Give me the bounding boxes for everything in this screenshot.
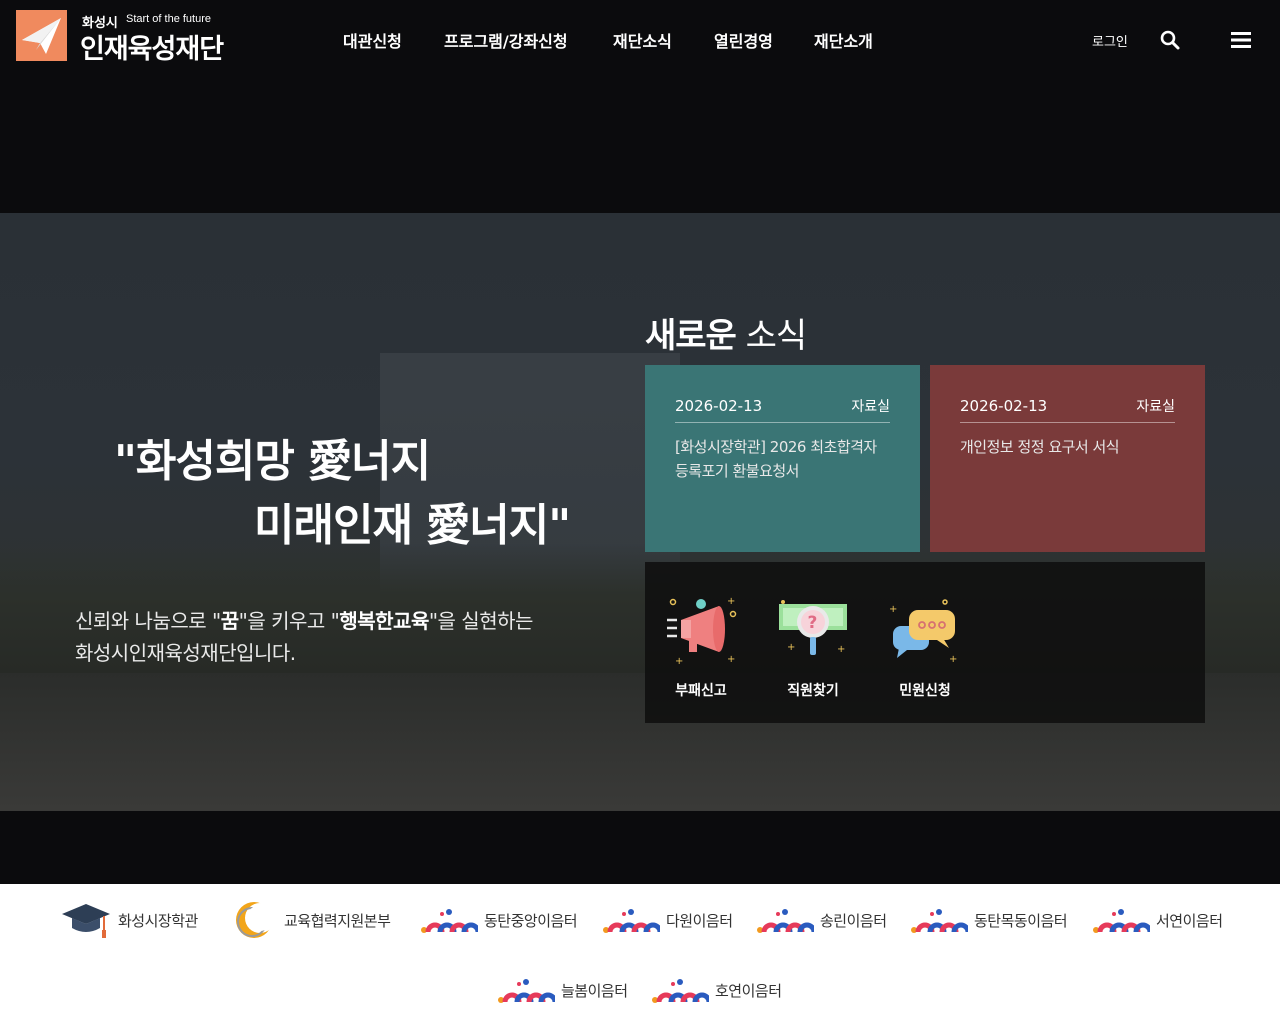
news-date: 2026-02-13 — [675, 396, 763, 415]
svg-text:+: + — [727, 654, 735, 665]
news-title: [화성시장학관] 2026 최초합격자 등록포기 환불요청서 — [675, 438, 877, 480]
family-site-education-support[interactable]: 교육협력지원본부 — [232, 900, 391, 940]
quick-link-corruption-report[interactable]: + + + 부패신고 — [661, 592, 741, 700]
search-icon[interactable] — [1158, 28, 1182, 52]
family-site-label: 교육협력지원본부 — [284, 911, 391, 930]
quick-link-label: 민원신청 — [899, 683, 951, 699]
logo-tagline: Start of the future — [126, 13, 211, 25]
news-section-title: 새로운 소식 — [645, 316, 807, 356]
family-site-seoyeon-eumteo[interactable]: 서연이음터 — [1092, 900, 1223, 940]
quick-links-panel: + + + 부패신고 ? + + 직원찾기 + + 민원신청 — [645, 562, 1205, 723]
eumteo-logo-icon — [421, 909, 478, 933]
eumteo-logo-icon — [1093, 909, 1150, 933]
hero-section: "화성희망 愛너지 미래인재 愛너지" 신뢰와 나눔으로 "꿈"을 키우고 "행… — [0, 213, 1280, 811]
family-site-label: 다원이음터 — [666, 911, 733, 930]
svg-text:+: + — [889, 604, 897, 615]
nav-item-about[interactable]: 재단소개 — [814, 28, 873, 52]
news-date: 2026-02-13 — [960, 396, 1048, 415]
quick-link-label: 부패신고 — [675, 683, 727, 699]
family-sites: 화성시장학관 교육협력지원본부 동탄중앙이음터 다원이음터 송린이음터 동탄목동… — [0, 884, 1280, 1024]
family-site-scholarship-hall[interactable]: 화성시장학관 — [60, 900, 198, 940]
family-site-songrin-eumteo[interactable]: 송린이음터 — [756, 900, 887, 940]
graduation-cap-icon — [62, 904, 110, 938]
svg-text:+: + — [837, 644, 845, 655]
login-link[interactable]: 로그인 — [1092, 31, 1128, 50]
eumteo-logo-icon — [498, 979, 555, 1003]
eumteo-logo-icon — [652, 979, 709, 1003]
svg-text:+: + — [675, 656, 683, 667]
family-site-label: 늘봄이음터 — [561, 981, 628, 1000]
quick-link-label: 직원찾기 — [787, 683, 839, 699]
svg-text:+: + — [727, 596, 735, 607]
crescent-logo-icon — [236, 902, 275, 938]
eumteo-logo-icon — [757, 909, 814, 933]
eumteo-logo-icon — [911, 909, 968, 933]
family-site-label: 화성시장학관 — [118, 911, 198, 930]
hero-slogan-line-2: 미래인재 愛너지" — [254, 500, 571, 551]
news-card[interactable]: 2026-02-13 자료실 개인정보 정정 요구서 서식 — [930, 365, 1205, 552]
news-card[interactable]: 2026-02-13 자료실 [화성시장학관] 2026 최초합격자 등록포기 … — [645, 365, 920, 552]
family-site-label: 동탄중앙이음터 — [484, 911, 578, 930]
site-header: 화성시 Start of the future 인재육성재단 대관신청 프로그램… — [0, 0, 1280, 80]
paper-plane-logo-icon — [16, 10, 67, 61]
site-logo[interactable]: 화성시 Start of the future 인재육성재단 — [16, 10, 226, 65]
nav-item-news[interactable]: 재단소식 — [613, 28, 672, 52]
family-site-hoyeon-eumteo[interactable]: 호연이음터 — [651, 970, 782, 1010]
family-site-label: 동탄목동이음터 — [974, 911, 1068, 930]
nav-item-open-management[interactable]: 열린경영 — [714, 28, 773, 52]
quick-link-civil-petition[interactable]: + + 민원신청 — [885, 592, 965, 700]
hero-bottom-band — [0, 811, 1280, 884]
svg-text:+: + — [949, 654, 957, 665]
question-search-icon: ? + + — [779, 600, 847, 655]
news-title: 개인정보 정정 요구서 서식 — [960, 438, 1120, 456]
news-category: 자료실 — [1136, 398, 1175, 415]
family-site-label: 호연이음터 — [715, 981, 782, 1000]
quick-link-staff-search[interactable]: ? + + 직원찾기 — [773, 592, 853, 700]
nav-item-venue-rental[interactable]: 대관신청 — [343, 28, 402, 52]
family-site-label: 송린이음터 — [820, 911, 887, 930]
logo-name: 인재육성재단 — [80, 34, 224, 65]
chat-bubbles-icon: + + — [889, 599, 957, 665]
hamburger-menu-icon[interactable] — [1229, 28, 1253, 52]
svg-text:?: ? — [808, 613, 818, 633]
family-site-dongtan-mokdong-eumteo[interactable]: 동탄목동이음터 — [910, 900, 1068, 940]
hero-slogan-line-1: "화성희망 愛너지 — [114, 436, 431, 487]
svg-text:+: + — [787, 642, 795, 653]
family-site-neulbom-eumteo[interactable]: 늘봄이음터 — [497, 970, 628, 1010]
family-site-dongtan-jungang-eumteo[interactable]: 동탄중앙이음터 — [420, 900, 578, 940]
megaphone-icon: + + + — [667, 596, 737, 667]
news-category: 자료실 — [851, 398, 890, 415]
hero-description: 신뢰와 나눔으로 "꿈"을 키우고 "행복한교육"을 실현하는 화성시인재육성재… — [75, 609, 533, 665]
nav-item-programs[interactable]: 프로그램/강좌신청 — [444, 28, 568, 52]
family-site-dawon-eumteo[interactable]: 다원이음터 — [602, 900, 733, 940]
eumteo-logo-icon — [603, 909, 660, 933]
family-site-label: 서연이음터 — [1156, 911, 1223, 930]
